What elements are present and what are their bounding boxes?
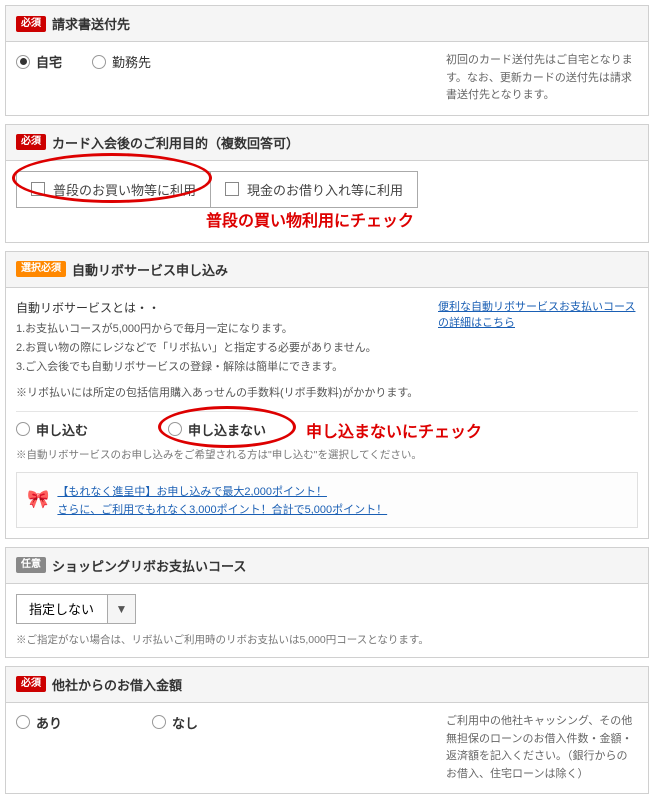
section-purpose: 必須 カード入会後のご利用目的（複数回答可） 普段のお買い物等に利用 現金のお借… [5, 124, 649, 243]
radio-label: 勤務先 [112, 52, 151, 71]
radio-apply[interactable]: 申し込む [16, 420, 88, 439]
required-badge: 必須 [16, 134, 46, 150]
chevron-down-icon: ▼ [107, 595, 135, 623]
annotation-text: 普段の買い物利用にチェック [206, 207, 414, 231]
section-other-loan: 必須 他社からのお借入金額 あり なし ご利用中の他社キャッシング、その他無担保… [5, 666, 649, 794]
separator [16, 411, 638, 412]
section-title: カード入会後のご利用目的（複数回答可） [52, 133, 299, 152]
section-body: あり なし ご利用中の他社キャッシング、その他無担保のローンのお借入件数・金額・… [6, 703, 648, 793]
gift-icon: 🎀 [27, 489, 49, 510]
promo-link-1[interactable]: 【もれなく進呈中】お申し込みで最大2,000ポイント！ [57, 483, 387, 499]
checkbox-label: 現金のお借り入れ等に利用 [247, 180, 403, 199]
radio-work[interactable]: 勤務先 [92, 52, 151, 71]
revo-note: ※自動リボサービスのお申し込みをご希望される方は"申し込む"を選択してください。 [16, 447, 638, 462]
radio-no[interactable]: なし [152, 713, 198, 732]
promo-box: 🎀 【もれなく進呈中】お申し込みで最大2,000ポイント！ さらに、ご利用でもれ… [16, 472, 638, 528]
checkbox-icon [225, 182, 239, 196]
radio-label: 自宅 [36, 52, 62, 71]
radio-icon [16, 715, 30, 729]
section-shopping-course: 任意 ショッピングリボお支払いコース 指定しない ▼ ※ご指定がない場合は、リボ… [5, 547, 649, 658]
course-select[interactable]: 指定しない ▼ [16, 594, 136, 624]
info-line: 3.ご入会後でも自動リボサービスの登録・解除は簡単にできます。 [16, 358, 426, 377]
radio-icon [152, 715, 166, 729]
checkbox-label: 普段のお買い物等に利用 [53, 180, 196, 199]
detail-link[interactable]: 便利な自動リボサービスお支払いコースの詳細はこちら [438, 301, 635, 329]
required-badge: 必須 [16, 16, 46, 32]
section-title: 請求書送付先 [52, 14, 130, 33]
section-body: 指定しない ▼ ※ご指定がない場合は、リボ払いご利用時のリボお支払いは5,000… [6, 584, 648, 657]
info-note: ※リボ払いには所定の包括信用購入あっせんの手数料(リボ手数料)がかかります。 [16, 384, 426, 403]
section-title: 自動リボサービス申し込み [72, 260, 228, 279]
section-header: 選択必須 自動リボサービス申し込み [6, 252, 648, 288]
radio-yes[interactable]: あり [16, 713, 62, 732]
radio-icon [168, 422, 182, 436]
info-block: 自動リボサービスとは・・ 1.お支払いコースが5,000円からで毎月一定になりま… [16, 298, 426, 403]
section-header: 任意 ショッピングリボお支払いコース [6, 548, 648, 584]
section-title: 他社からのお借入金額 [52, 675, 182, 694]
help-text: ご利用中の他社キャッシング、その他無担保のローンのお借入件数・金額・返済額を記入… [438, 713, 638, 783]
optional-badge: 任意 [16, 557, 46, 573]
annotation-text: 申し込まないにチェック [306, 418, 482, 442]
radio-no-apply[interactable]: 申し込まない [168, 420, 266, 439]
info-line: 1.お支払いコースが5,000円からで毎月一定になります。 [16, 320, 426, 339]
section-body: 自宅 勤務先 初回のカード送付先はご自宅となります。なお、更新カードの送付先は請… [6, 42, 648, 115]
section-auto-revo: 選択必須 自動リボサービス申し込み 自動リボサービスとは・・ 1.お支払いコース… [5, 251, 649, 539]
required-badge: 必須 [16, 676, 46, 692]
required-badge: 選択必須 [16, 261, 66, 277]
radio-label: あり [36, 713, 62, 732]
radio-label: 申し込む [36, 420, 88, 439]
radio-icon [16, 422, 30, 436]
checkbox-shopping[interactable]: 普段のお買い物等に利用 [16, 171, 211, 208]
info-title: 自動リボサービスとは・・ [16, 298, 426, 318]
radio-label: なし [172, 713, 198, 732]
promo-link-2[interactable]: さらに、ご利用でもれなく3,000ポイント！合計で5,000ポイント！ [57, 501, 387, 517]
radio-home[interactable]: 自宅 [16, 52, 62, 71]
section-body: 普段のお買い物等に利用 現金のお借り入れ等に利用 普段の買い物利用にチェック [6, 161, 648, 242]
radio-icon [92, 55, 106, 69]
help-text: 初回のカード送付先はご自宅となります。なお、更新カードの送付先は請求書送付先とな… [438, 52, 638, 105]
section-title: ショッピングリボお支払いコース [52, 556, 246, 575]
radio-icon [16, 55, 30, 69]
section-header: 必須 他社からのお借入金額 [6, 667, 648, 703]
checkbox-icon [31, 182, 45, 196]
checkbox-cash[interactable]: 現金のお借り入れ等に利用 [211, 171, 418, 208]
info-line: 2.お買い物の際にレジなどで「リボ払い」と指定する必要がありません。 [16, 339, 426, 358]
section-body: 自動リボサービスとは・・ 1.お支払いコースが5,000円からで毎月一定になりま… [6, 288, 648, 538]
section-header: 必須 カード入会後のご利用目的（複数回答可） [6, 125, 648, 161]
select-value: 指定しない [17, 599, 107, 618]
section-header: 必須 請求書送付先 [6, 6, 648, 42]
course-note: ※ご指定がない場合は、リボ払いご利用時のリボお支払いは5,000円コースとなりま… [16, 632, 638, 647]
radio-label: 申し込まない [188, 420, 266, 439]
section-billing-address: 必須 請求書送付先 自宅 勤務先 初回のカード送付先はご自宅となります。なお、更… [5, 5, 649, 116]
